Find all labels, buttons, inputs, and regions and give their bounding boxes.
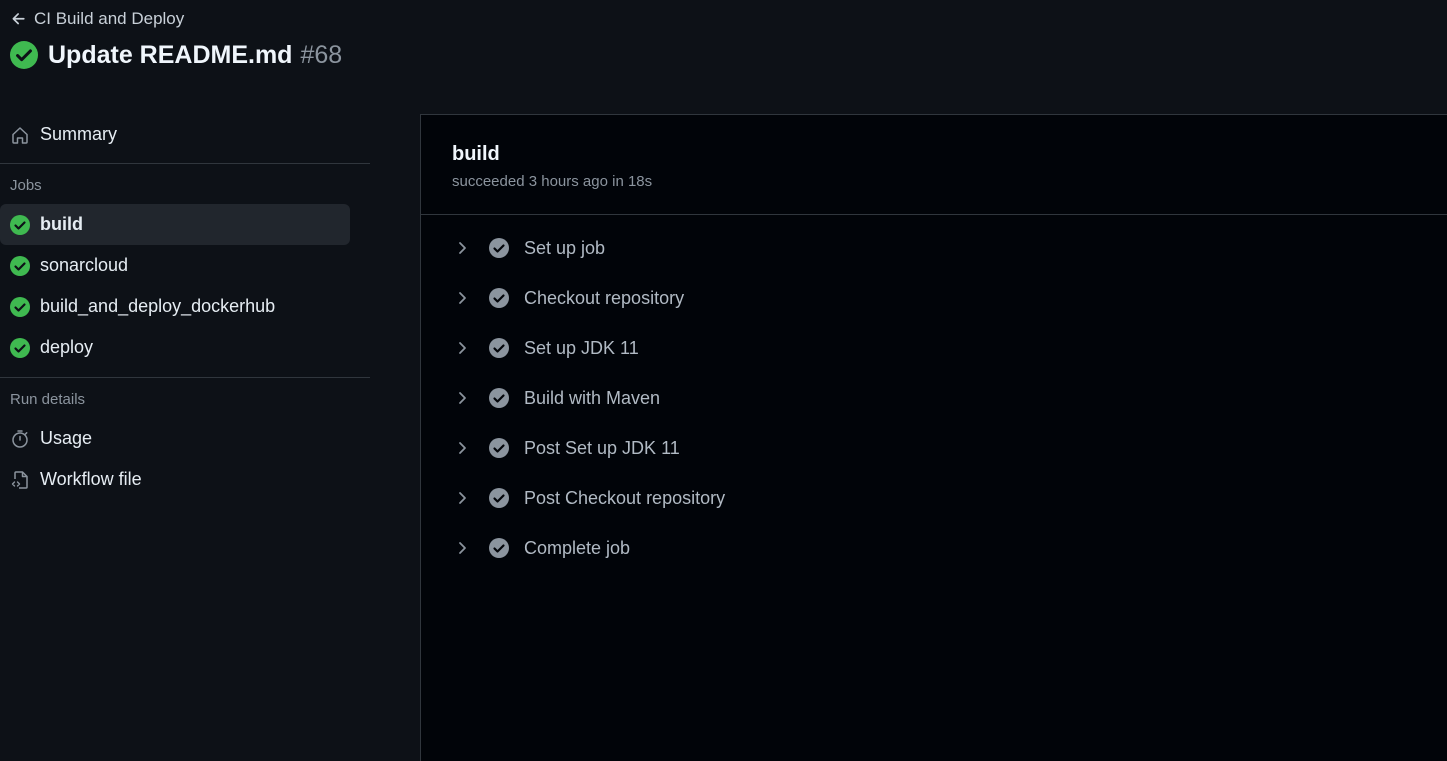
job-status: succeeded 3 hours ago in 18s [452,173,653,190]
chevron-right-icon [459,292,466,304]
stopwatch-icon [12,429,28,448]
step-row[interactable]: Set up JDK 11 [421,323,1447,373]
chevron-right-icon [459,242,466,254]
job-title: build [452,143,500,165]
sidebar: Summary Jobs build sonarcloud build_and_… [0,114,370,500]
sidebar-job-sonarcloud[interactable]: sonarcloud [0,245,350,286]
chevron-right-icon [459,342,466,354]
sidebar-job-label: deploy [40,337,94,357]
step-row[interactable]: Post Checkout repository [421,473,1447,523]
success-check-icon [10,337,30,358]
sidebar-job-label: sonarcloud [40,255,129,275]
sidebar-item-label: Usage [40,428,93,448]
sidebar-item-summary[interactable]: Summary [0,114,350,155]
check-circle-icon [489,288,509,308]
success-check-icon [10,214,30,235]
step-row[interactable]: Build with Maven [421,373,1447,423]
jobs-heading: Jobs [10,177,42,194]
page-title-row: Update README.md #68 [10,38,342,72]
chevron-right-icon [459,442,466,454]
sidebar-job-label: build [40,214,83,234]
step-label: Post Set up JDK 11 [524,437,680,458]
page-title: Update README.md [48,40,293,69]
sidebar-job-build-and-deploy-dockerhub[interactable]: build_and_deploy_dockerhub [0,286,350,327]
run-number: #68 [300,40,343,69]
step-label: Set up JDK 11 [524,337,639,358]
step-label: Build with Maven [524,387,661,408]
sidebar-item-label: Workflow file [40,469,142,489]
step-row[interactable]: Post Set up JDK 11 [421,423,1447,473]
sidebar-job-deploy[interactable]: deploy [0,327,350,368]
step-row[interactable]: Checkout repository [421,273,1447,323]
check-circle-icon [489,238,509,258]
step-row[interactable]: Set up job [421,223,1447,273]
sidebar-job-build[interactable]: build [0,204,350,245]
home-icon [12,126,28,144]
step-row[interactable]: Complete job [421,523,1447,573]
step-label: Set up job [524,237,606,258]
chevron-right-icon [459,492,466,504]
file-code-icon [11,470,28,489]
check-circle-icon [489,338,509,358]
back-link[interactable]: CI Build and Deploy [10,8,184,30]
job-header: build succeeded 3 hours ago in 18s [421,115,1447,215]
step-label: Checkout repository [524,287,685,308]
check-circle-icon [489,488,509,508]
check-circle-icon [489,538,509,558]
arrow-left-icon [12,13,25,25]
chevron-right-icon [459,392,466,404]
success-check-icon [10,296,30,317]
sidebar-item-label: Summary [40,124,118,144]
steps-list: Set up job Checkout repository Set up JD… [421,215,1447,573]
chevron-right-icon [459,542,466,554]
sidebar-item-workflow-file[interactable]: Workflow file [0,459,350,500]
run-details-heading: Run details [10,391,86,408]
job-log-panel: build succeeded 3 hours ago in 18s Set u… [420,114,1447,761]
check-circle-icon [489,388,509,408]
sidebar-job-label: build_and_deploy_dockerhub [40,296,276,316]
success-check-icon [10,41,38,69]
step-label: Post Checkout repository [524,487,726,508]
check-circle-icon [489,438,509,458]
success-check-icon [10,255,30,276]
back-link-label: CI Build and Deploy [34,9,185,28]
sidebar-item-usage[interactable]: Usage [0,418,350,459]
step-label: Complete job [524,537,631,558]
